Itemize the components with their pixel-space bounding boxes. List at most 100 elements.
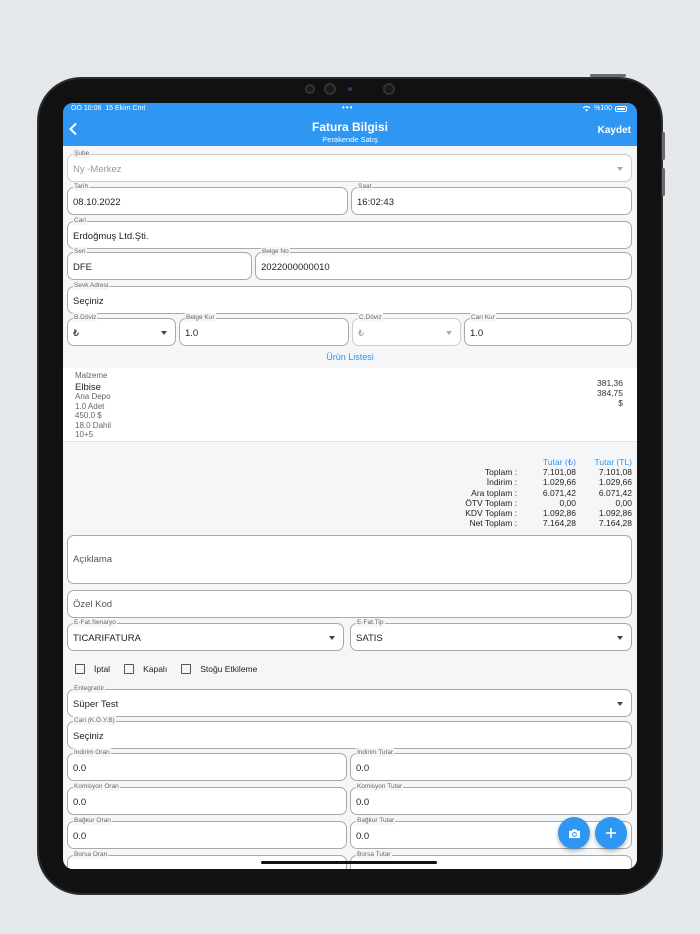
tablet-volume-down xyxy=(662,168,665,196)
komisyon-tutar-field[interactable]: Komisyon Tutar 0.0 xyxy=(350,782,632,815)
status-date: 15 Ekim Cmt xyxy=(105,105,146,112)
belge-no-field[interactable]: Belge No 2022000000010 xyxy=(255,247,632,280)
page-title: Fatura Bilgisi xyxy=(311,120,388,134)
iptal-checkbox[interactable] xyxy=(75,664,85,674)
indirim-oran-label: İndirim Oran xyxy=(73,748,111,757)
borsa-oran-label: Borsa Oran xyxy=(73,850,109,859)
c-doviz-value: ₺ xyxy=(358,328,365,339)
chevron-down-icon xyxy=(446,331,452,335)
c-doviz-label: C.Döviz xyxy=(358,313,383,322)
product-unit-price: 450.0 $ xyxy=(75,411,102,420)
chevron-down-icon xyxy=(329,636,335,640)
indirim-tutar-value: 0.0 xyxy=(356,763,370,774)
save-button[interactable]: Kaydet xyxy=(598,125,631,136)
borsa-tutar-label: Borsa Tutar xyxy=(356,850,392,859)
battery-percent: %100 xyxy=(594,105,612,112)
aciklama-input[interactable]: Açıklama xyxy=(67,535,632,584)
aciklama-placeholder: Açıklama xyxy=(73,554,113,565)
bagkur-oran-label: Bağkur Oran xyxy=(73,816,112,825)
b-doviz-select[interactable]: B.Döviz ₺ xyxy=(67,313,176,346)
b-doviz-label: B.Döviz xyxy=(73,313,98,322)
belge-kur-value: 1.0 xyxy=(185,328,199,339)
cari-label: Cari xyxy=(73,216,87,225)
stogu-etkileme-checkbox[interactable] xyxy=(181,664,192,674)
belge-no-label: Belge No xyxy=(261,247,290,256)
bagkur-tutar-value: 0.0 xyxy=(356,831,370,842)
totals-row: İndirim : 1.029,66 1.029,66 xyxy=(486,477,632,488)
bagkur-oran-field[interactable]: Bağkur Oran 0.0 xyxy=(67,816,347,849)
entegrator-select[interactable]: Entegratör Süper Test xyxy=(67,684,632,717)
indirim-oran-value: 0.0 xyxy=(73,763,87,774)
efat-senaryo-select[interactable]: E-Fat.Senaryo TICARIFATURA xyxy=(67,618,344,651)
cari-koyb-label: Cari (K.Ö.Y.B) xyxy=(73,716,116,725)
product-list-link[interactable]: Ürün Listesi xyxy=(63,352,637,362)
efat-senaryo-value: TICARIFATURA xyxy=(73,633,141,644)
chevron-down-icon xyxy=(617,636,623,640)
totals-header: Tutar (₺) Tutar (TL) xyxy=(440,457,632,467)
seri-value: DFE xyxy=(73,262,92,273)
tablet-top-button xyxy=(590,74,626,77)
product-header: Malzeme xyxy=(75,371,108,380)
chevron-down-icon xyxy=(617,702,623,706)
cari-value: Erdoğmuş Ltd.Şti. xyxy=(73,231,149,242)
app-bar: ÖÖ 10:06 15 Ekim Cmt ••• %100 Fatura Bil… xyxy=(63,103,637,146)
cari-kur-field[interactable]: Cari Kur 1.0 xyxy=(464,313,632,346)
indirim-tutar-label: İndirim Tutar xyxy=(356,748,395,757)
belge-no-value: 2022000000010 xyxy=(261,262,330,273)
seri-label: Seri xyxy=(73,247,87,256)
totals-row: ÖTV Toplam : 0,00 0,00 xyxy=(465,497,632,508)
product-currency: $ xyxy=(618,398,623,408)
sube-label: Şube xyxy=(73,149,91,158)
totals-header-try: Tutar (₺) xyxy=(543,457,576,467)
product-prices: 381,36 384,75 $ xyxy=(597,378,623,408)
b-doviz-value: ₺ xyxy=(73,328,80,339)
tablet-volume-up xyxy=(662,132,665,160)
c-doviz-select[interactable]: C.Döviz ₺ xyxy=(352,313,461,346)
seri-field[interactable]: Seri DFE xyxy=(67,247,252,280)
status-right: %100 xyxy=(582,105,627,112)
product-price2: 384,75 xyxy=(597,388,623,398)
camera-indicator xyxy=(348,87,352,91)
multitask-dots[interactable]: ••• xyxy=(342,103,353,112)
sevk-adresi-field[interactable]: Sevk Adresi Seçiniz xyxy=(67,281,632,314)
saat-value: 16:02:43 xyxy=(357,197,394,208)
belge-kur-label: Belge Kur xyxy=(185,313,216,322)
tarih-field[interactable]: Tarih 08.10.2022 xyxy=(67,182,348,215)
kapali-checkbox[interactable] xyxy=(124,664,135,674)
entegrator-label: Entegratör xyxy=(73,684,106,693)
camera-button[interactable] xyxy=(558,817,590,849)
bagkur-tutar-label: Bağkur Tutar xyxy=(356,816,396,825)
saat-field[interactable]: Saat 16:02:43 xyxy=(351,182,632,215)
totals-row: Ara toplam : 6.071,42 6.071,42 xyxy=(471,487,632,498)
indirim-tutar-field[interactable]: İndirim Tutar 0.0 xyxy=(350,748,632,781)
komisyon-oran-field[interactable]: Komisyon Oran 0.0 xyxy=(67,782,347,815)
camera-icon xyxy=(568,828,580,838)
ozel-kod-placeholder: Özel Kod xyxy=(73,599,113,610)
status-time: ÖÖ 10:06 15 Ekim Cmt xyxy=(71,105,146,112)
sube-select[interactable]: Şube Ny -Merkez xyxy=(67,149,632,182)
battery-icon xyxy=(615,105,627,112)
efat-tip-value: SATIS xyxy=(356,633,383,644)
wifi-icon xyxy=(582,106,591,112)
stogu-etkileme-label: Stoğu Etkileme xyxy=(200,664,258,674)
home-indicator[interactable] xyxy=(261,861,437,864)
camera-lens xyxy=(383,83,395,95)
add-button[interactable] xyxy=(595,817,627,849)
ozel-kod-input[interactable]: Özel Kod xyxy=(67,590,632,618)
cari-kur-label: Cari Kur xyxy=(470,313,496,322)
cari-field[interactable]: Cari Erdoğmuş Ltd.Şti. xyxy=(67,216,632,249)
totals-header-tl: Tutar (TL) xyxy=(594,457,632,467)
cari-koyb-field[interactable]: Cari (K.Ö.Y.B) Seçiniz xyxy=(67,716,632,749)
komisyon-oran-label: Komisyon Oran xyxy=(73,782,120,791)
totals-row: Net Toplam : 7.164,28 7.164,28 xyxy=(469,518,632,529)
komisyon-oran-value: 0.0 xyxy=(73,797,87,808)
efat-tip-select[interactable]: E-Fat.Tip SATIS xyxy=(350,618,632,651)
app-screen: ÖÖ 10:06 15 Ekim Cmt ••• %100 Fatura Bil… xyxy=(63,103,637,869)
title-area: Fatura Bilgisi Perakende Satış xyxy=(63,120,637,144)
belge-kur-field[interactable]: Belge Kur 1.0 xyxy=(179,313,349,346)
indirim-oran-field[interactable]: İndirim Oran 0.0 xyxy=(67,748,347,781)
page-subtitle: Perakende Satış xyxy=(322,135,378,144)
plus-icon xyxy=(606,828,616,838)
product-list-item[interactable]: Malzeme Elbise Ana Depo 1.0 Adet 450.0 $… xyxy=(63,368,637,441)
iptal-label: İptal xyxy=(94,664,111,674)
